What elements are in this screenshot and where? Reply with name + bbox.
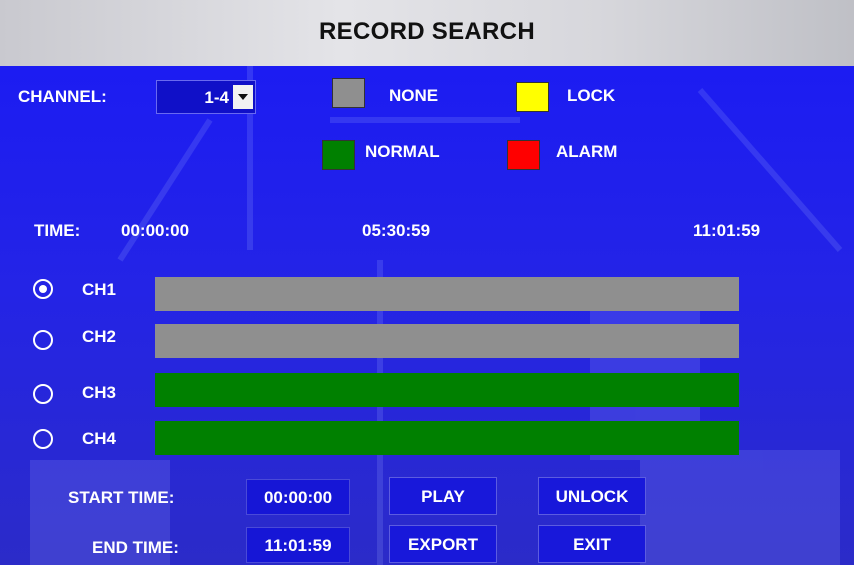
ch1-timeline-bar[interactable] (155, 277, 739, 311)
ch2-timeline-bar[interactable] (155, 324, 739, 358)
ch2-label: CH2 (82, 327, 117, 346)
export-button[interactable]: EXPORT (389, 525, 497, 563)
time-label: TIME: (34, 221, 81, 240)
channel-selected-value: 1-4 (204, 88, 229, 107)
ch4-timeline-bar[interactable] (155, 421, 739, 455)
legend-label-alarm: ALARM (556, 142, 618, 161)
start-time-label: START TIME: (68, 488, 175, 507)
legend-label-normal: NORMAL (365, 142, 440, 161)
channel-label: CHANNEL: (18, 87, 107, 106)
ch1-radio[interactable] (33, 279, 53, 299)
legend-label-lock: LOCK (567, 86, 616, 105)
start-time-field[interactable]: 00:00:00 (246, 479, 350, 515)
end-time-label: END TIME: (92, 538, 179, 557)
title-bar: RECORD SEARCH (0, 0, 854, 66)
chevron-down-icon[interactable] (233, 85, 253, 109)
unlock-button[interactable]: UNLOCK (538, 477, 646, 515)
ch3-radio[interactable] (33, 384, 53, 404)
ch4-radio[interactable] (33, 429, 53, 449)
ch3-timeline-bar[interactable] (155, 373, 739, 407)
legend-swatch-alarm (507, 140, 540, 170)
time-scale-end: 11:01:59 (693, 221, 761, 240)
time-scale-mid: 05:30:59 (362, 221, 431, 240)
exit-button[interactable]: EXIT (538, 525, 646, 563)
channel-dropdown[interactable]: 1-4 (156, 80, 256, 114)
ch4-label: CH4 (82, 429, 117, 448)
ch3-label: CH3 (82, 383, 117, 402)
legend-swatch-normal (322, 140, 355, 170)
page-title: RECORD SEARCH (319, 18, 535, 45)
legend-label-none: NONE (389, 86, 439, 105)
legend-swatch-none (332, 78, 365, 108)
end-time-field[interactable]: 11:01:59 (246, 527, 350, 563)
time-scale-start: 00:00:00 (121, 221, 190, 240)
play-button[interactable]: PLAY (389, 477, 497, 515)
ch1-label: CH1 (82, 280, 117, 299)
legend-swatch-lock (516, 82, 549, 112)
ch2-radio[interactable] (33, 330, 53, 350)
